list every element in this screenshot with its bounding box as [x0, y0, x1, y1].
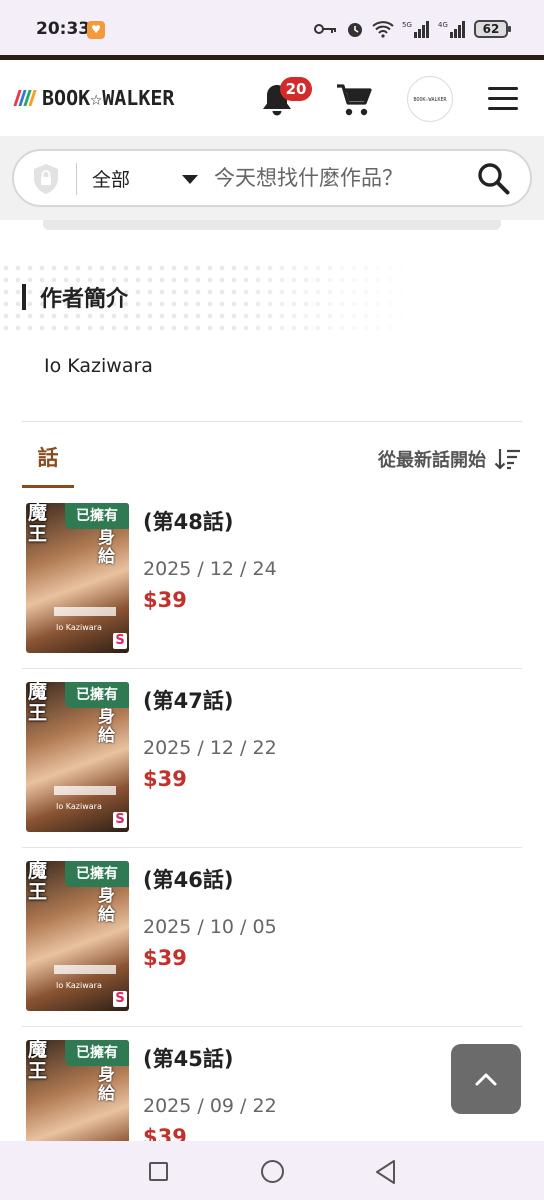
cover-title: 魔王 [28, 503, 48, 545]
svg-text:4G: 4G [438, 21, 448, 29]
chevron-down-icon[interactable] [182, 175, 198, 184]
owned-badge: 已擁有 [65, 1040, 129, 1066]
recents-button[interactable] [149, 1162, 168, 1181]
list-item[interactable]: 魔王 身給 Io Kaziwara S 已擁有 (第47話) 2025 / 12… [22, 669, 522, 848]
bookwalker-logo[interactable]: BOOK☆WALKER [13, 86, 175, 110]
episode-title[interactable]: (第48話) [143, 506, 233, 536]
sort-label: 從最新話開始 [378, 450, 486, 471]
episode-date: 2025 / 12 / 22 [143, 737, 277, 759]
episode-title[interactable]: (第47話) [143, 685, 233, 715]
app-notification-icon: ♥ [87, 21, 105, 39]
search-area: 全部 [0, 136, 544, 220]
episode-price: $39 [143, 946, 187, 970]
site-header: BOOK☆WALKER 20 BOOK☆WALKER [0, 60, 544, 136]
cover-label: S [113, 633, 127, 649]
notification-badge: 20 [280, 77, 312, 101]
collapsed-card [43, 220, 501, 230]
episode-date: 2025 / 12 / 24 [143, 558, 277, 580]
avatar[interactable]: BOOK☆WALKER [407, 76, 453, 122]
battery-icon: 62 [474, 20, 511, 38]
shield-icon[interactable] [32, 163, 60, 195]
status-time: 20:33 [36, 19, 91, 39]
search-scope-select[interactable]: 全部 [92, 165, 130, 192]
sort-descending-icon [494, 449, 520, 470]
episode-title[interactable]: (第45話) [143, 1043, 233, 1073]
logo-bars-icon [13, 90, 37, 106]
search-input[interactable] [214, 161, 454, 195]
search-bar: 全部 [12, 149, 532, 207]
episode-title[interactable]: (第46話) [143, 864, 233, 894]
menu-icon[interactable] [488, 87, 520, 111]
cover-label: S [113, 991, 127, 1007]
cover-title: 魔王 [28, 1040, 48, 1082]
status-icons: 5G 4G 62 [314, 18, 511, 40]
section-title: 作者簡介 [40, 287, 129, 312]
tab-episodes[interactable]: 話 [22, 440, 74, 488]
cover-subtitle: 身給 [98, 886, 115, 925]
cover-author: Io Kaziwara [56, 981, 102, 990]
wifi-icon [372, 21, 394, 38]
author-name[interactable]: Io Kaziwara [44, 355, 153, 377]
cart-icon[interactable] [334, 82, 374, 118]
search-divider [76, 163, 77, 195]
signal-4g-icon: 4G [438, 21, 465, 38]
owned-badge: 已擁有 [65, 682, 129, 708]
cover-subtitle: 身給 [98, 1065, 115, 1104]
cover-label: S [113, 812, 127, 828]
search-icon[interactable] [476, 161, 512, 197]
home-button[interactable] [261, 1160, 284, 1183]
list-item[interactable]: 魔王 身給 Io Kaziwara S 已擁有 (第48話) 2025 / 12… [22, 490, 522, 669]
episode-date: 2025 / 10 / 05 [143, 916, 277, 938]
cover-subtitle: 身給 [98, 707, 115, 746]
section-marker [22, 284, 26, 310]
episode-price: $39 [143, 588, 187, 612]
sort-button[interactable]: 從最新話開始 [378, 445, 522, 473]
key-icon [314, 24, 336, 34]
cover-band [54, 786, 116, 795]
cover-title: 魔王 [28, 682, 48, 724]
back-to-top-button[interactable] [451, 1044, 521, 1114]
status-bar: 20:33 ♥ 5G 4G 62 [0, 0, 544, 56]
cover-author: Io Kaziwara [56, 802, 102, 811]
alarm-icon [348, 23, 362, 37]
list-item[interactable]: 魔王 身給 Io Kaziwara S 已擁有 (第46話) 2025 / 10… [22, 848, 522, 1027]
section-divider [22, 421, 522, 422]
cover-title: 魔王 [28, 861, 48, 903]
owned-badge: 已擁有 [65, 503, 129, 529]
chevron-up-icon [475, 1073, 497, 1086]
episode-price: $39 [143, 767, 187, 791]
system-nav-bar [0, 1141, 544, 1200]
episode-date: 2025 / 09 / 22 [143, 1095, 277, 1117]
cover-subtitle: 身給 [98, 528, 115, 567]
cover-band [54, 607, 116, 616]
cover-band [54, 965, 116, 974]
back-button[interactable] [374, 1159, 398, 1185]
logo-text: BOOK☆WALKER [42, 86, 175, 110]
signal-5g-icon: 5G [402, 21, 429, 38]
svg-text:5G: 5G [402, 21, 412, 29]
cover-author: Io Kaziwara [56, 623, 102, 632]
owned-badge: 已擁有 [65, 861, 129, 887]
